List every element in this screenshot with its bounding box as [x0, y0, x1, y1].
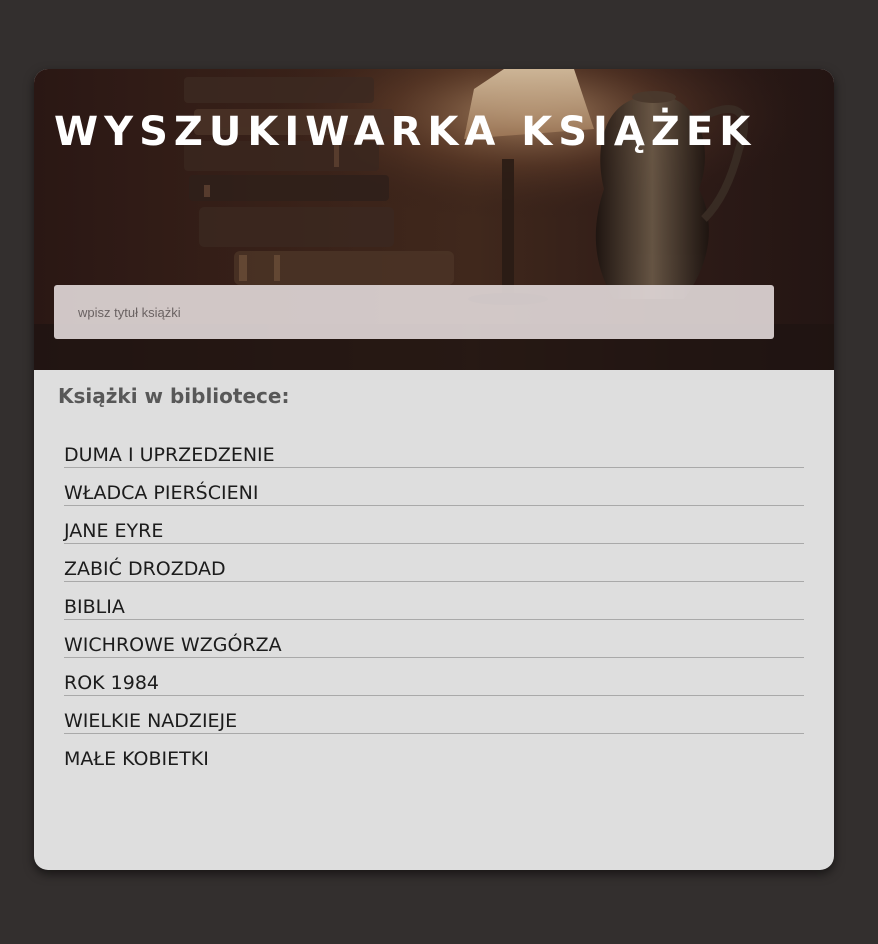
book-list-item[interactable]: BIBLIA	[64, 582, 804, 620]
book-list-item[interactable]: JANE EYRE	[64, 506, 804, 544]
book-title[interactable]: DUMA I UPRZEDZENIE	[64, 443, 275, 467]
book-search-input[interactable]	[54, 285, 774, 339]
book-title[interactable]: WICHROWE WZGÓRZA	[64, 633, 282, 657]
book-list-item[interactable]: WIELKIE NADZIEJE	[64, 696, 804, 734]
book-list-item[interactable]: WICHROWE WZGÓRZA	[64, 620, 804, 658]
book-list-item[interactable]: ROK 1984	[64, 658, 804, 696]
book-title[interactable]: BIBLIA	[64, 595, 125, 619]
search-card: WYSZUKIWARKA KSIĄŻEK Książki w bibliotec…	[34, 69, 834, 870]
book-title[interactable]: ZABIĆ DROZDAD	[64, 557, 226, 581]
book-list-item[interactable]: WŁADCA PIERŚCIENI	[64, 468, 804, 506]
page-title: WYSZUKIWARKA KSIĄŻEK	[54, 109, 757, 155]
book-title[interactable]: WIELKIE NADZIEJE	[64, 709, 237, 733]
library-heading: Książki w bibliotece:	[58, 384, 290, 408]
hero-banner: WYSZUKIWARKA KSIĄŻEK	[34, 69, 834, 370]
book-title[interactable]: MAŁE KOBIETKI	[64, 747, 209, 771]
book-title[interactable]: ROK 1984	[64, 671, 159, 695]
book-title[interactable]: JANE EYRE	[64, 519, 163, 543]
book-list-item[interactable]: MAŁE KOBIETKI	[64, 734, 804, 771]
book-list-item[interactable]: DUMA I UPRZEDZENIE	[64, 430, 804, 468]
book-title[interactable]: WŁADCA PIERŚCIENI	[64, 481, 258, 505]
book-list: DUMA I UPRZEDZENIE WŁADCA PIERŚCIENI JAN…	[64, 430, 804, 771]
book-list-item[interactable]: ZABIĆ DROZDAD	[64, 544, 804, 582]
